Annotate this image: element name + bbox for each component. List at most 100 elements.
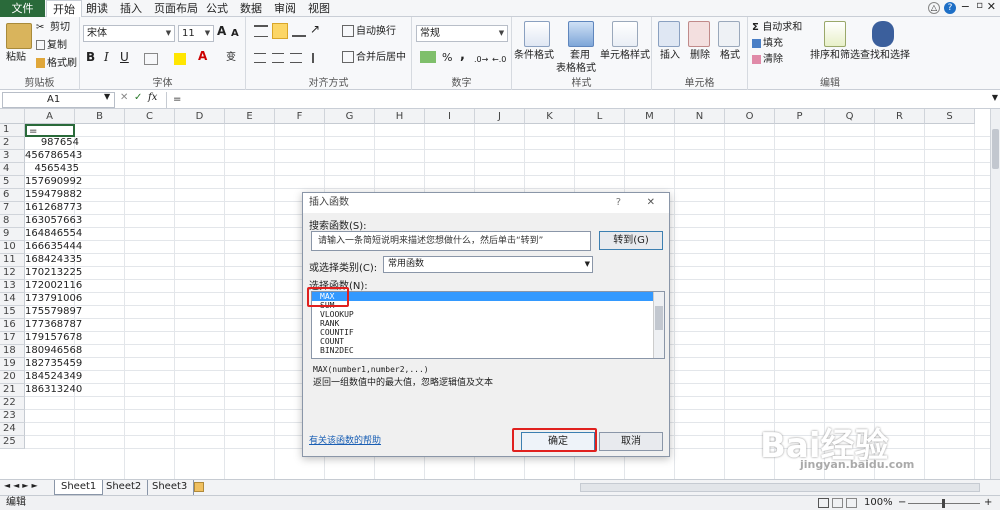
currency-icon[interactable] xyxy=(420,51,436,63)
sort-filter-button[interactable]: 排序和筛选 xyxy=(810,49,860,62)
align-right-icon[interactable] xyxy=(290,53,302,63)
cell[interactable]: 987654 xyxy=(25,137,81,150)
column-header[interactable]: Q xyxy=(825,109,875,124)
cell-styles-button[interactable]: 单元格样式 xyxy=(600,49,650,62)
row-header[interactable]: 11 xyxy=(0,254,25,267)
sheet-tab-2[interactable]: Sheet2 xyxy=(100,480,149,495)
row-header[interactable]: 21 xyxy=(0,384,25,397)
cell[interactable]: 163057663 xyxy=(25,215,82,228)
function-item[interactable]: VLOOKUP xyxy=(312,310,664,319)
cell[interactable]: 177368787 xyxy=(25,319,82,332)
indent-icon[interactable] xyxy=(312,53,324,63)
function-list[interactable]: MAX SUM VLOOKUP RANK COUNTIF COUNT BIN2D… xyxy=(311,291,665,359)
format-cells-button[interactable]: 格式 xyxy=(720,49,740,62)
row-header[interactable]: 9 xyxy=(0,228,25,241)
row-header[interactable]: 8 xyxy=(0,215,25,228)
row-header[interactable]: 4 xyxy=(0,163,25,176)
enter-formula-icon[interactable]: ✓ xyxy=(134,92,144,106)
dialog-help-icon[interactable]: ? xyxy=(616,193,621,213)
sort-filter-icon[interactable] xyxy=(824,21,846,47)
vertical-scrollbar[interactable] xyxy=(990,109,1000,479)
phonetic-button[interactable]: 变 xyxy=(226,51,236,64)
align-bottom-icon[interactable] xyxy=(292,25,306,37)
column-header[interactable]: C xyxy=(125,109,175,124)
active-cell[interactable]: = xyxy=(25,124,75,137)
insert-cells-icon[interactable] xyxy=(658,21,680,47)
cell[interactable]: 180946568 xyxy=(25,345,82,358)
search-function-input[interactable]: 请输入一条简短说明来描述您想做什么，然后单击“转到” xyxy=(311,231,591,251)
select-all-corner[interactable] xyxy=(0,109,25,124)
zoom-slider-thumb[interactable] xyxy=(942,499,945,508)
category-select[interactable]: 常用函数 ▼ xyxy=(383,256,593,273)
tab-data[interactable]: 数据 xyxy=(234,0,268,17)
bold-button[interactable]: B xyxy=(86,51,95,64)
column-header[interactable]: R xyxy=(875,109,925,124)
column-header[interactable]: H xyxy=(375,109,425,124)
grow-font-button[interactable]: A xyxy=(217,25,226,38)
horizontal-scrollbar[interactable] xyxy=(580,483,980,492)
tab-home[interactable]: 开始 xyxy=(46,0,82,18)
cut-button[interactable]: ✂ 剪切 xyxy=(36,21,70,34)
row-header[interactable]: 1 xyxy=(0,124,25,137)
delete-cells-icon[interactable] xyxy=(688,21,710,47)
tab-page-layout[interactable]: 页面布局 xyxy=(148,0,204,17)
row-header[interactable]: 24 xyxy=(0,423,25,436)
row-header[interactable]: 19 xyxy=(0,358,25,371)
column-header[interactable]: A xyxy=(25,109,75,124)
percent-button[interactable]: % xyxy=(442,51,452,64)
row-header[interactable]: 25 xyxy=(0,436,25,449)
row-header[interactable]: 3 xyxy=(0,150,25,163)
cancel-button[interactable]: 取消 xyxy=(599,432,663,451)
new-sheet-icon[interactable] xyxy=(194,482,204,492)
font-color-button[interactable]: A xyxy=(198,50,207,63)
decrease-decimal-icon[interactable]: ←.0 xyxy=(492,53,506,66)
row-header[interactable]: 7 xyxy=(0,202,25,215)
column-header[interactable]: F xyxy=(275,109,325,124)
row-header[interactable]: 2 xyxy=(0,137,25,150)
function-item[interactable]: MAX xyxy=(312,292,664,301)
cell[interactable]: 173791006 xyxy=(25,293,82,306)
cell[interactable]: 456786543 xyxy=(25,150,82,163)
cell[interactable]: 161268773 xyxy=(25,202,82,215)
fill-color-icon[interactable] xyxy=(174,53,186,65)
row-header[interactable]: 10 xyxy=(0,241,25,254)
tab-insert[interactable]: 插入 xyxy=(114,0,148,17)
row-header[interactable]: 17 xyxy=(0,332,25,345)
insert-function-button[interactable]: fx xyxy=(148,92,157,103)
column-header[interactable]: D xyxy=(175,109,225,124)
function-item[interactable]: SUM xyxy=(312,301,664,310)
row-header[interactable]: 12 xyxy=(0,267,25,280)
go-button[interactable]: 转到(G) xyxy=(599,231,663,250)
fill-button[interactable]: 填充 xyxy=(752,37,783,50)
paste-button[interactable]: 粘贴 xyxy=(6,51,26,64)
help-icon[interactable]: ? xyxy=(944,2,956,14)
function-item[interactable]: RANK xyxy=(312,319,664,328)
function-item[interactable]: COUNT xyxy=(312,337,664,346)
function-list-scroll-thumb[interactable] xyxy=(655,306,663,330)
border-icon[interactable] xyxy=(144,53,158,65)
name-box[interactable]: A1 xyxy=(2,92,115,108)
column-header[interactable]: I xyxy=(425,109,475,124)
scroll-thumb[interactable] xyxy=(992,129,999,169)
row-header[interactable]: 23 xyxy=(0,410,25,423)
font-name-select[interactable]: 宋体 ▼ xyxy=(83,25,175,42)
align-center-icon[interactable] xyxy=(272,53,284,63)
function-list-scrollbar[interactable] xyxy=(653,292,664,358)
column-header[interactable]: O xyxy=(725,109,775,124)
column-header[interactable]: J xyxy=(475,109,525,124)
cell[interactable]: 4565435 xyxy=(25,163,81,176)
delete-cells-button[interactable]: 删除 xyxy=(690,49,710,62)
function-item[interactable]: COUNTIF xyxy=(312,328,664,337)
comma-button[interactable]: , xyxy=(460,49,465,62)
cell[interactable]: 166635444 xyxy=(25,241,82,254)
window-close-icon[interactable]: ✕ xyxy=(987,0,996,13)
row-header[interactable]: 13 xyxy=(0,280,25,293)
zoom-out-button[interactable]: − xyxy=(898,496,906,510)
cell[interactable]: 168424335 xyxy=(25,254,82,267)
tab-view[interactable]: 视图 xyxy=(302,0,336,17)
insert-cells-button[interactable]: 插入 xyxy=(660,49,680,62)
cell[interactable]: 184524349 xyxy=(25,371,82,384)
sheet-tab-3[interactable]: Sheet3 xyxy=(146,480,195,495)
cell[interactable]: 157690992 xyxy=(25,176,82,189)
column-header[interactable]: B xyxy=(75,109,125,124)
